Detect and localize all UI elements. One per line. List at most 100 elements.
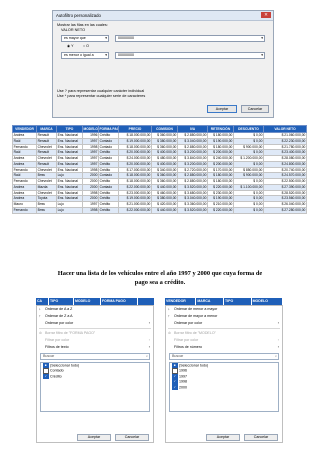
- header-tipo[interactable]: TIPO: [224, 298, 252, 305]
- table-cell[interactable]: Bmw: [36, 206, 57, 214]
- sort-ascending-item[interactable]: ↓ Ordenar de menor a mayor: [166, 306, 282, 313]
- header-vendedor[interactable]: VENDEDOR: [165, 298, 197, 305]
- column-header[interactable]: RETENCIÓN: [207, 125, 234, 133]
- table-header-row: VENDEDORMARCATIPOMODELOFORMA PAGOPRECIOC…: [12, 125, 307, 133]
- column-header[interactable]: IVA: [177, 125, 208, 133]
- modelo-filter-menu: ↓ Ordenar de menor a mayor ↑ Ordenar de ma…: [165, 305, 283, 443]
- modelo-filter-area: VENDEDOR MARCA TIPO MODELO ↓ Ordenar de m…: [165, 298, 283, 443]
- column-header[interactable]: PRECIO: [118, 125, 152, 133]
- filter-option-label: 1997: [179, 374, 187, 379]
- table-cell[interactable]: $ 3.520.000,00: [177, 206, 208, 214]
- chevron-down-icon: ▾: [105, 36, 107, 40]
- search-icon: ⌕: [145, 353, 148, 358]
- filter-option[interactable]: ✓ 2000: [170, 384, 278, 390]
- cancel-button[interactable]: Cancelar: [115, 434, 149, 441]
- column-header[interactable]: DESCUENTO: [233, 125, 264, 133]
- filter-option-label: 2000: [179, 385, 187, 390]
- chevron-right-icon: ›: [148, 321, 150, 325]
- column-header[interactable]: FORMA PAGO: [98, 125, 119, 133]
- column-header[interactable]: COMISION: [151, 125, 178, 133]
- header-modelo[interactable]: MODELO: [252, 298, 283, 305]
- number-filters-item[interactable]: Filtros de número ›: [166, 344, 282, 351]
- sort-asc-icon: ↓: [39, 307, 41, 311]
- sort-a-z-item[interactable]: ↓ Ordenar de A a Z: [37, 306, 153, 313]
- chevron-right-icon: ›: [277, 337, 279, 342]
- filter-option-label: 1998: [179, 379, 187, 384]
- condition2-operator-select[interactable]: es menor o igual a ▾: [61, 52, 109, 59]
- chevron-down-icon: ▾: [261, 36, 263, 40]
- dialog-title: Autofiltro personalizado: [56, 13, 101, 18]
- filter-option-label: Contado: [50, 368, 64, 373]
- column-header[interactable]: TIPO: [56, 125, 83, 133]
- filter-option-label: (Seleccionar todo): [179, 363, 209, 368]
- column-header[interactable]: MARCA: [36, 125, 57, 133]
- clear-filter-icon: ⊘: [168, 330, 172, 335]
- cancel-button[interactable]: Cancelar: [241, 105, 269, 113]
- modelo-value-list: ■ (Seleccionar todo) 1996 ✓ 1997 ✓ 1998 ✓ 2000: [169, 361, 279, 412]
- condition1-operator-select[interactable]: es mayor que ▾: [61, 35, 109, 42]
- left-header-strip: CA TIPO MODELO FORMA PAGO: [36, 298, 154, 305]
- chevron-down-icon: ▾: [261, 53, 263, 57]
- dialog-titlebar: Autofiltro personalizado ✕: [53, 11, 273, 21]
- filter-by-color-item[interactable]: Filtrar por color ›: [37, 337, 153, 344]
- ok-button[interactable]: Aceptar: [206, 434, 240, 441]
- search-input[interactable]: Buscar ⌕: [40, 352, 150, 360]
- cancel-button[interactable]: Cancelar: [244, 434, 278, 441]
- filter-by-color-item[interactable]: Filtrar por color ›: [166, 337, 282, 344]
- dialog-hint-series: Use * para representar cualquier serie d…: [57, 94, 146, 98]
- condition2-value-input[interactable]: 00000000 ▾: [115, 52, 265, 59]
- filter-option-label: Crédito: [50, 374, 62, 379]
- filter-option[interactable]: ✓ Crédito: [41, 373, 149, 379]
- ok-button[interactable]: Aceptar: [77, 434, 111, 441]
- clear-filter-item[interactable]: ⊘ Borrar filtro de "MODELO": [166, 330, 282, 337]
- sort-descending-item[interactable]: ↑ Ordenar de mayor a menor: [166, 313, 282, 320]
- sort-by-color-item[interactable]: Ordenar por color ›: [166, 320, 282, 327]
- logic-or-radio[interactable]: ○ O: [83, 44, 89, 49]
- table-cell[interactable]: $ 440.000,00: [151, 206, 178, 214]
- header-modelo[interactable]: MODELO: [74, 298, 101, 305]
- clear-filter-icon: ⊘: [39, 330, 43, 335]
- header-marca[interactable]: MARCA: [196, 298, 224, 305]
- sort-desc-icon: ↑: [168, 314, 170, 318]
- divider: [39, 328, 151, 329]
- ok-button[interactable]: Aceptar: [207, 105, 237, 113]
- right-header-strip: VENDEDOR MARCA TIPO MODELO: [165, 298, 283, 305]
- search-input[interactable]: Buscar ⌕: [169, 352, 279, 360]
- caption-line-1: Hacer una lista de los vehículos entre e…: [57, 270, 263, 277]
- column-header[interactable]: VENDEDOR: [12, 125, 37, 133]
- table-cell[interactable]: $ 0,00: [233, 206, 264, 214]
- text-filters-item[interactable]: Filtros de texto ›: [37, 344, 153, 351]
- checkbox-icon[interactable]: ✓: [43, 373, 49, 379]
- table-cell[interactable]: $ 27.280.000,00: [263, 206, 307, 214]
- exercise-caption: Hacer una lista de los vehículos entre e…: [30, 270, 290, 287]
- header-forma-pago[interactable]: FORMA PAGO: [101, 298, 138, 305]
- chevron-right-icon: ›: [148, 344, 150, 349]
- table-cell[interactable]: Fernando: [12, 206, 37, 214]
- column-header[interactable]: VALOR NETO: [263, 125, 307, 133]
- header-tipo[interactable]: TIPO: [49, 298, 74, 305]
- dialog-field-name: VALOR NETO: [61, 28, 86, 32]
- condition1-value-input[interactable]: 00000000 ▾: [115, 35, 265, 42]
- chevron-right-icon: ›: [277, 321, 279, 325]
- logic-and-radio[interactable]: ◉ Y: [67, 44, 73, 49]
- table-cell[interactable]: $ 22.000.000,00: [118, 206, 152, 214]
- sort-by-color-item[interactable]: Ordenar por color ›: [37, 320, 153, 327]
- custom-autofilter-dialog: Autofiltro personalizado ✕ Mostrar las f…: [52, 10, 274, 118]
- sort-z-a-item[interactable]: ↑ Ordenar de Z a A: [37, 313, 153, 320]
- table-cell[interactable]: Crédito: [98, 206, 119, 214]
- table-cell[interactable]: Lujo: [56, 206, 83, 214]
- sales-table: VENDEDORMARCATIPOMODELOFORMA PAGOPRECIOC…: [12, 125, 307, 214]
- chevron-right-icon: ›: [277, 344, 279, 349]
- sort-desc-icon: ↑: [39, 314, 41, 318]
- search-icon: ⌕: [274, 353, 277, 358]
- column-header[interactable]: MODELO: [82, 125, 99, 133]
- close-icon[interactable]: ✕: [261, 12, 271, 18]
- table-cell[interactable]: 1998: [82, 206, 99, 214]
- chevron-down-icon: ▾: [105, 53, 107, 57]
- checkbox-icon[interactable]: ✓: [172, 384, 178, 390]
- clear-filter-item[interactable]: ⊘ Borrar filtro de "FORMA PAGO": [37, 330, 153, 337]
- header-ca[interactable]: CA: [36, 298, 49, 305]
- table-cell[interactable]: $ 220.000,00: [207, 206, 234, 214]
- forma-pago-filter-area: CA TIPO MODELO FORMA PAGO ↓ Ordenar de A …: [36, 298, 154, 443]
- divider: [168, 328, 280, 329]
